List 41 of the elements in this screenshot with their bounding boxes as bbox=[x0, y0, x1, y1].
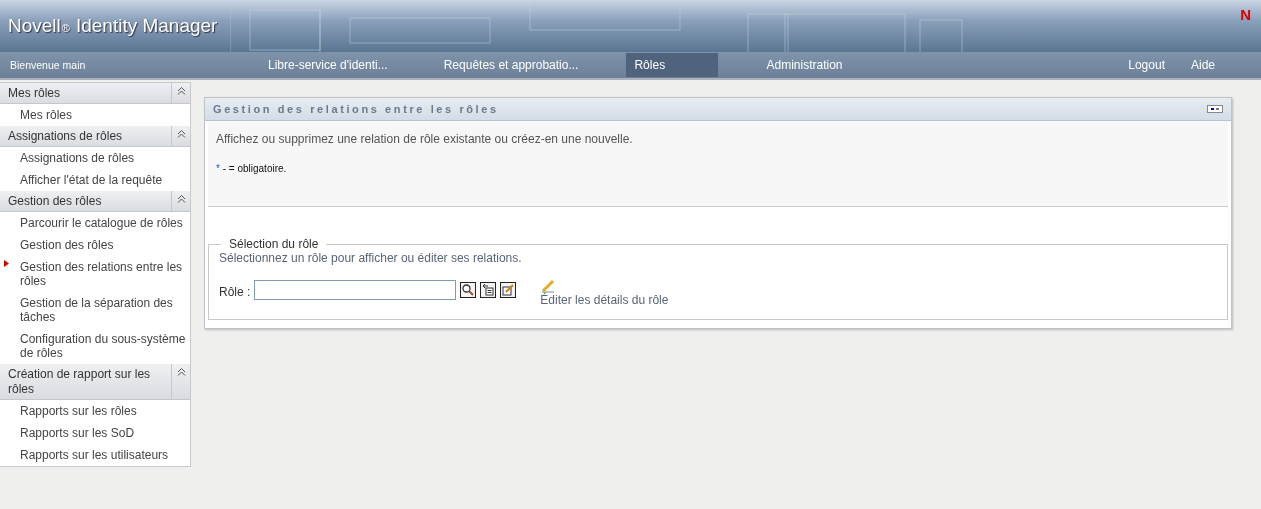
sidebar-link[interactable]: Afficher l'état de la requête bbox=[0, 169, 190, 191]
section-title: Création de rapport sur les rôles bbox=[7, 366, 152, 398]
edit-details-link[interactable]: Éditer les détails du rôle bbox=[540, 279, 669, 307]
panel-menu-icon[interactable] bbox=[1207, 105, 1223, 113]
required-note: * - = obligatoire. bbox=[216, 163, 288, 174]
sidebar-link[interactable]: Rapports sur les utilisateurs bbox=[0, 444, 190, 466]
product-title: Novell® Identity Manager bbox=[7, 14, 218, 37]
nav-tab[interactable]: Rôles bbox=[626, 53, 719, 77]
role-input-field[interactable] bbox=[254, 280, 457, 300]
sidebar-link[interactable]: Assignations de rôles bbox=[0, 147, 190, 169]
double-chevron-icon bbox=[176, 367, 186, 376]
sidebar-link[interactable]: Mes rôles bbox=[0, 104, 190, 126]
nav-tab[interactable]: Administration bbox=[758, 53, 851, 77]
sidebar-link[interactable]: Parcourir le catalogue de rôles bbox=[0, 212, 190, 234]
sidebar-link[interactable]: Rapports sur les SoD bbox=[0, 422, 190, 444]
header-link[interactable]: Logout bbox=[1128, 58, 1165, 72]
welcome-text: Bienvenue main bbox=[9, 59, 87, 71]
sidebar-link[interactable]: Configuration du sous-système de rôles bbox=[0, 328, 190, 364]
double-chevron-icon bbox=[176, 194, 186, 203]
sidebar-link[interactable]: Gestion des rôles bbox=[0, 234, 190, 256]
nav-tab[interactable]: Requêtes et approbatio... bbox=[435, 53, 587, 77]
list-icon[interactable] bbox=[480, 282, 497, 298]
section-title: Gestion des rôles bbox=[7, 193, 103, 210]
section-title: Assignations de rôles bbox=[7, 128, 124, 145]
sidebar-link[interactable]: Gestion de la séparation des tâches bbox=[0, 292, 190, 328]
double-chevron-icon bbox=[176, 86, 186, 95]
panel-description: Affichez ou supprimez une relation de rôle existante ou créez-en une nouvelle. bbox=[216, 132, 634, 146]
group-legend: Sélection du rôle bbox=[221, 237, 327, 251]
edit-icon[interactable] bbox=[500, 282, 517, 298]
field-label: Rôle : bbox=[219, 285, 251, 299]
pencil-icon bbox=[540, 279, 557, 293]
search-icon[interactable] bbox=[460, 282, 477, 298]
group-hint: Sélectionnez un rôle pour afficher ou éditer ses relations. bbox=[219, 251, 523, 265]
company-logo: N bbox=[1240, 6, 1251, 23]
section-title: Mes rôles bbox=[7, 85, 61, 102]
sidebar-link[interactable]: Rapports sur les rôles bbox=[0, 400, 190, 422]
panel-title: Gestion des relations entre les rôles bbox=[213, 103, 499, 115]
header-link[interactable]: Aide bbox=[1190, 58, 1215, 72]
sidebar-link[interactable]: Gestion des relations entre les rôles bbox=[0, 256, 190, 292]
nav-tab[interactable]: Libre-service d'identi... bbox=[260, 53, 396, 77]
double-chevron-icon bbox=[176, 129, 186, 138]
